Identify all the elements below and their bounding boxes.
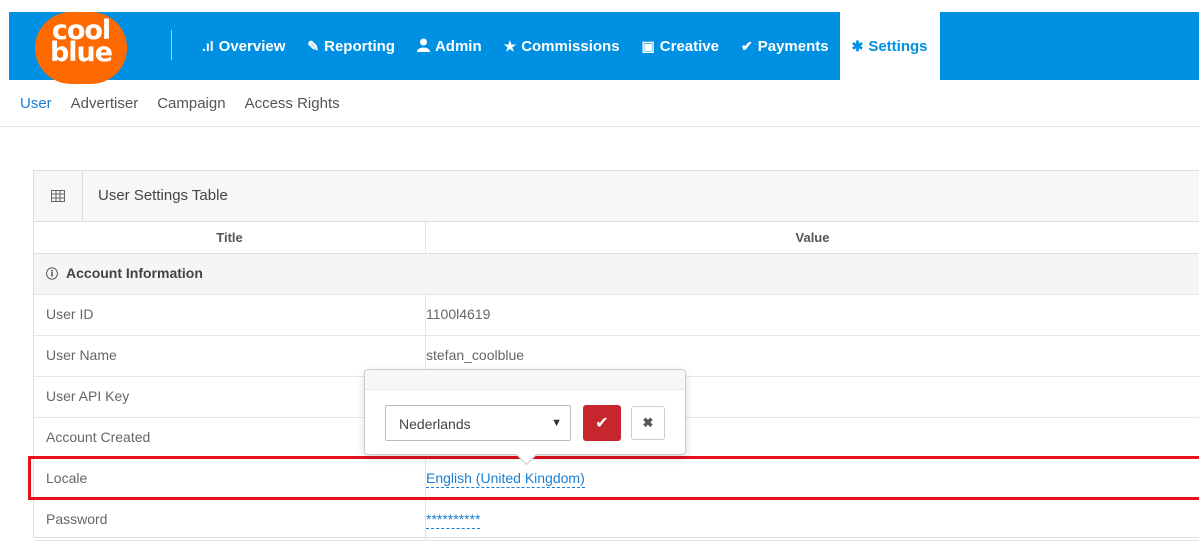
user-icon — [416, 38, 430, 55]
section-title: Account Information — [66, 265, 203, 281]
close-icon: ✖ — [642, 415, 654, 430]
star-icon: ★ — [503, 37, 517, 54]
nav-item-admin[interactable]: Admin — [406, 12, 493, 80]
table-header: Title Value — [34, 222, 1199, 254]
popover-title-bar — [365, 370, 685, 390]
bar-chart-icon: .ıl — [202, 38, 214, 54]
nav-item-overview[interactable]: .ıl Overview — [191, 12, 296, 80]
locale-edit-popover: Nederlands ▼ ✔ ✖ — [364, 369, 686, 466]
row-title: User API Key — [46, 388, 130, 404]
nav-divider — [171, 30, 172, 60]
locale-select-value: Nederlands — [399, 416, 471, 432]
nav-item-label: Creative — [659, 37, 719, 55]
check-icon: ✔ — [740, 37, 753, 54]
table-row: User ID 1100l4619 — [34, 295, 1199, 336]
nav-items: .ıl Overview ✎ Reporting Admin ★ Commiss… — [191, 12, 940, 80]
nav-item-reporting[interactable]: ✎ Reporting — [296, 12, 406, 80]
row-title: Password — [46, 511, 108, 527]
nav-item-label: Overview — [218, 37, 286, 55]
logo-text-bottom: blue — [49, 37, 113, 68]
section-label: ⓘ Account Information — [46, 265, 203, 282]
nav-item-creative[interactable]: ▣ Creative — [631, 12, 730, 80]
nav-item-label: Payments — [757, 37, 829, 55]
locale-highlight-box — [28, 456, 1199, 500]
nav-item-label: Settings — [868, 37, 928, 55]
subnav-user[interactable]: User — [20, 95, 52, 112]
locale-select[interactable]: Nederlands ▼ — [385, 405, 571, 441]
coolblue-logo[interactable]: cool blue — [35, 12, 127, 84]
subnav-access-rights[interactable]: Access Rights — [245, 95, 340, 112]
column-title-header: Title — [216, 230, 243, 245]
section-account-information: ⓘ Account Information — [34, 254, 1199, 295]
check-icon: ✔ — [595, 415, 609, 432]
cancel-button[interactable]: ✖ — [631, 406, 665, 440]
nav-item-payments[interactable]: ✔ Payments — [730, 12, 840, 80]
top-strip — [0, 0, 1199, 12]
nav-item-label: Reporting — [324, 37, 395, 55]
table-icon — [34, 171, 83, 221]
row-title: Account Created — [46, 429, 151, 445]
nav-item-settings[interactable]: ✱ Settings — [839, 12, 940, 80]
table-row-password: Password ********** — [34, 500, 1199, 541]
top-navbar: cool blue .ıl Overview ✎ Reporting Admin… — [9, 12, 1199, 84]
sub-navigation: User Advertiser Campaign Access Rights — [0, 80, 1199, 127]
nav-item-label: Commissions — [521, 37, 620, 55]
nav-item-commissions[interactable]: ★ Commissions — [493, 12, 631, 80]
gear-icon: ✱ — [851, 37, 864, 54]
row-value: stefan_coolblue — [426, 347, 525, 363]
confirm-button[interactable]: ✔ — [583, 405, 621, 441]
row-title: User Name — [46, 347, 117, 363]
row-value: 1100l4619 — [426, 306, 491, 322]
pencil-icon: ✎ — [307, 37, 320, 54]
nav-item-label: Admin — [434, 37, 482, 55]
image-icon: ▣ — [641, 37, 655, 54]
password-editable-value[interactable]: ********** — [426, 511, 481, 529]
panel-header: User Settings Table — [34, 171, 1199, 222]
panel-title: User Settings Table — [98, 187, 228, 204]
subnav-campaign[interactable]: Campaign — [157, 95, 225, 112]
info-icon: ⓘ — [46, 267, 59, 281]
row-title: User ID — [46, 306, 94, 322]
caret-down-icon: ▼ — [551, 417, 562, 429]
column-value-header: Value — [795, 230, 830, 245]
subnav-advertiser[interactable]: Advertiser — [71, 95, 139, 112]
